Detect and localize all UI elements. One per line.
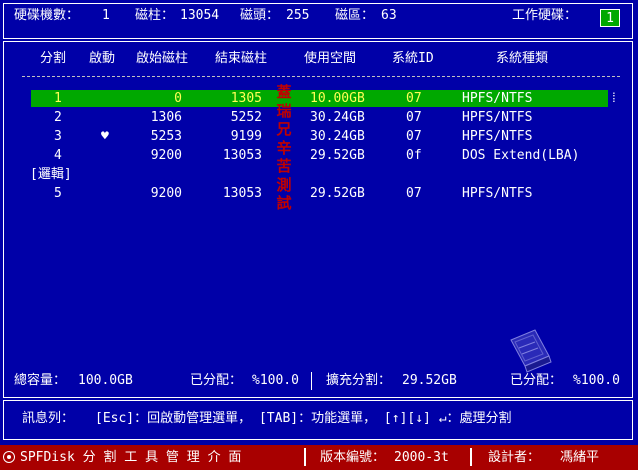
- extended-value: 29.52GB: [402, 373, 457, 388]
- app-title: SPFDisk 分 割 工 具 管 理 介 面: [20, 450, 242, 465]
- row-start: 1306: [150, 110, 182, 125]
- scroll-marker: ⁞: [610, 91, 618, 106]
- col-boot: 啟動: [89, 51, 116, 66]
- col-used-space: 使用空間: [304, 51, 357, 66]
- spfdisk-logo-icon: [510, 329, 552, 373]
- watermark-char: 兄: [276, 120, 292, 138]
- app-disc-icon: [3, 451, 15, 463]
- table-row[interactable]: 1 0 1305 10.00GB 07 HPFS/NTFS ⁞: [4, 89, 634, 108]
- cylinder-value: 13054: [180, 8, 220, 23]
- row-id: 07: [406, 186, 422, 201]
- watermark-char: 測: [276, 175, 292, 194]
- row-id: 07: [406, 91, 422, 106]
- col-end-cylinder: 結束磁柱: [215, 51, 268, 66]
- row-partition: 2: [54, 110, 62, 125]
- row-size: 30.24GB: [310, 129, 365, 144]
- row-size: 29.52GB: [310, 186, 365, 201]
- col-system-id: 系統ID: [392, 51, 434, 66]
- row-end: 5252: [230, 110, 262, 125]
- row-partition: 4: [54, 148, 62, 163]
- designer-label: 設計者：: [488, 450, 541, 465]
- row-end: 13053: [222, 148, 262, 163]
- logical-label: [邏輯]: [30, 167, 72, 182]
- watermark-char: 瑞: [276, 101, 292, 120]
- row-partition: 3: [54, 129, 62, 144]
- watermark-char: 蓋: [276, 83, 292, 101]
- status-divider: [470, 448, 472, 466]
- designer-value: 馮緒平: [560, 450, 600, 465]
- allocated-label: 已分配：: [190, 373, 243, 388]
- row-id: 07: [406, 129, 422, 144]
- watermark-text: 蓋 瑞 兄 辛 苦 測 試: [274, 83, 294, 213]
- spfdisk-screen: 硬碟機數： 1 磁柱： 13054 磁頭： 255 磁區： 63 工作硬碟： 1…: [0, 0, 638, 470]
- row-partition: 5: [54, 186, 62, 201]
- row-size: 10.00GB: [310, 91, 365, 106]
- total-capacity-label: 總容量：: [14, 373, 67, 388]
- row-start: 9200: [150, 148, 182, 163]
- head-value: 255: [286, 8, 310, 23]
- row-end: 9199: [230, 129, 262, 144]
- version-value: 2000-3t: [394, 450, 449, 465]
- row-end: 1305: [230, 91, 262, 106]
- table-row[interactable]: 5 9200 13053 29.52GB 07 HPFS/NTFS: [4, 184, 634, 203]
- total-capacity-value: 100.0GB: [78, 373, 133, 388]
- head-label: 磁頭：: [240, 8, 280, 23]
- row-fs: HPFS/NTFS: [462, 91, 533, 106]
- table-row[interactable]: 4 9200 13053 29.52GB 0f DOS Extend(LBA): [4, 146, 634, 165]
- table-row[interactable]: 2 1306 5252 30.24GB 07 HPFS/NTFS: [4, 108, 634, 127]
- extended-label: 擴充分割：: [326, 373, 392, 388]
- row-start: 9200: [150, 186, 182, 201]
- sector-label: 磁區：: [335, 8, 375, 23]
- summary-divider: [311, 372, 312, 390]
- boot-heart-icon: ♥: [101, 129, 109, 144]
- row-partition: 1: [54, 91, 62, 106]
- col-start-cylinder: 啟始磁柱: [136, 51, 189, 66]
- row-fs: HPFS/NTFS: [462, 110, 533, 125]
- row-start: 5253: [150, 129, 182, 144]
- row-size: 30.24GB: [310, 110, 365, 125]
- allocated-value: %100.0: [252, 373, 299, 388]
- table-row[interactable]: 3 ♥ 5253 9199 30.24GB 07 HPFS/NTFS: [4, 127, 634, 146]
- row-fs: HPFS/NTFS: [462, 186, 533, 201]
- message-text: [Esc]：回啟動管理選單， [TAB]：功能選單， [↑][↓] ↵：處理分割: [95, 411, 512, 426]
- row-start: 0: [174, 91, 182, 106]
- row-end: 13053: [222, 186, 262, 201]
- row-fs: DOS Extend(LBA): [462, 148, 580, 163]
- col-system-type: 系統種類: [496, 51, 549, 66]
- working-disk-label: 工作硬碟：: [512, 8, 578, 23]
- watermark-char: 試: [276, 194, 292, 212]
- sector-value: 63: [381, 8, 397, 23]
- row-id: 07: [406, 110, 422, 125]
- status-divider: [304, 448, 306, 466]
- ext-allocated-value: %100.0: [573, 373, 620, 388]
- watermark-char: 苦: [276, 157, 292, 175]
- version-label: 版本編號：: [320, 450, 386, 465]
- status-bar: SPFDisk 分 割 工 具 管 理 介 面 版本編號： 2000-3t 設計…: [0, 445, 638, 470]
- row-fs: HPFS/NTFS: [462, 129, 533, 144]
- row-size: 29.52GB: [310, 148, 365, 163]
- col-partition: 分割: [40, 51, 67, 66]
- row-id: 0f: [406, 148, 422, 163]
- cylinder-label: 磁柱：: [135, 8, 175, 23]
- working-disk-badge[interactable]: 1: [600, 9, 620, 27]
- message-label: 訊息列：: [22, 411, 75, 426]
- header-divider: [22, 76, 620, 77]
- watermark-char: 辛: [276, 138, 292, 157]
- disk-count-label: 硬碟機數：: [14, 8, 80, 23]
- disk-count-value: 1: [102, 8, 110, 23]
- logical-label-row: [邏輯]: [4, 165, 634, 184]
- ext-allocated-label: 已分配：: [510, 373, 563, 388]
